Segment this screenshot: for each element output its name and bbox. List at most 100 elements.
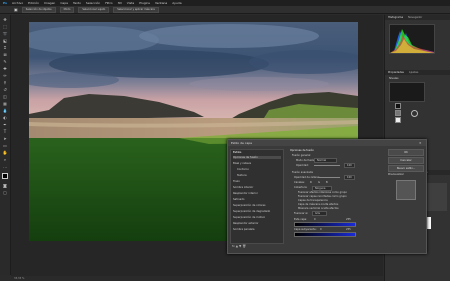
style-color-overlay[interactable]: Superposición de colores (233, 204, 265, 207)
clone-stamp-tool-icon[interactable]: ⚲ (2, 80, 8, 85)
crop-tool-icon[interactable]: ⌗ (2, 45, 8, 50)
marquee-tool-icon[interactable]: ⬚ (2, 24, 8, 29)
ps-logo-icon: Ps (3, 1, 7, 5)
layer-style-dialog: Estilo de capa ✕ Estilos Opciones de fus… (227, 139, 427, 254)
move-tool-icon[interactable]: ✥ (2, 17, 8, 22)
menu-layer[interactable]: Capa (60, 1, 68, 5)
style-inner-glow[interactable]: Resplandor interior (233, 192, 258, 195)
select-mask-button[interactable]: Seleccionar y aplicar máscara (113, 6, 159, 13)
general-blend-label: Fusión general (292, 154, 311, 157)
frame-tool-icon[interactable]: ⊠ (2, 52, 8, 57)
this-layer-label: Esta capa: (294, 218, 308, 221)
eyedropper-white-icon[interactable] (395, 117, 401, 123)
type-tool-icon[interactable]: T (2, 129, 8, 134)
cancel-button[interactable]: Cancelar (388, 157, 424, 164)
menu-file[interactable]: Archivo (12, 1, 23, 5)
fill-opacity-slider[interactable] (318, 177, 340, 178)
screen-mode-icon[interactable]: ▢ (2, 190, 8, 195)
brush-tool-icon[interactable]: ✏ (2, 73, 8, 78)
eyedropper-gray-icon[interactable] (395, 110, 401, 116)
option-vector-mask-hides[interactable]: Máscara vectorial oculta efectos (298, 207, 339, 210)
opacity-value[interactable]: 100 (344, 163, 355, 168)
histogram-graph (390, 29, 434, 53)
shape-tool-icon[interactable]: ▭ (2, 143, 8, 148)
style-gradient-overlay[interactable]: Superposición de degradado (233, 210, 270, 213)
eyedropper-black-icon[interactable] (395, 103, 401, 109)
option-blend-interior-effects[interactable]: Fusionar efectos interiores como grupo (298, 191, 347, 194)
style-bevel-emboss[interactable]: Bisel y relieve (233, 162, 251, 165)
tab-histogram[interactable]: Histograma (388, 15, 403, 20)
option-layer-mask-hides[interactable]: Capa de máscara oculta efectos (298, 203, 338, 206)
opacity-slider[interactable] (314, 165, 340, 166)
style-drop-shadow[interactable]: Sombra paralela (233, 228, 254, 231)
ok-button[interactable]: OK (388, 149, 424, 156)
underlying-layer-gradient-slider[interactable] (294, 232, 356, 237)
lasso-tool-icon[interactable]: ➰ (2, 31, 8, 36)
this-layer-gradient-slider[interactable] (294, 222, 356, 227)
style-pattern-overlay[interactable]: Superposición de motivo (233, 216, 265, 219)
object-select-tool-icon[interactable]: ⬕ (2, 38, 8, 43)
menu-type[interactable]: Texto (73, 1, 81, 5)
tab-navigator[interactable]: Navegador (408, 15, 422, 20)
dialog-close-icon[interactable]: ✕ (419, 140, 422, 146)
pen-tool-icon[interactable]: ✒ (2, 122, 8, 127)
gradient-tool-icon[interactable]: ▦ (2, 101, 8, 106)
histogram-panel-tabs: Histograma Navegador (385, 15, 450, 20)
blend-if-select[interactable]: Gris (312, 211, 327, 216)
dodge-tool-icon[interactable]: ◐ (2, 115, 8, 120)
menu-image[interactable]: Imagen (44, 1, 55, 5)
menu-window[interactable]: Ventana (155, 1, 167, 5)
menu-edit[interactable]: Edición (28, 1, 39, 5)
style-stroke[interactable]: Trazo (233, 180, 240, 183)
style-contour[interactable]: Contorno (237, 168, 249, 171)
style-satin[interactable]: Satinado (233, 198, 244, 201)
new-style-button[interactable]: Nuevo estilo... (388, 165, 424, 172)
eraser-tool-icon[interactable]: ◫ (2, 94, 8, 99)
blend-mode-select[interactable]: Normal (314, 158, 338, 163)
history-brush-tool-icon[interactable]: ↺ (2, 87, 8, 92)
style-inner-shadow[interactable]: Sombra interior (233, 186, 253, 189)
menu-help[interactable]: Ayuda (172, 1, 181, 5)
section-title: Opciones de fusión (290, 149, 314, 152)
menu-filter[interactable]: Filtro (105, 1, 112, 5)
style-outer-glow[interactable]: Resplandor exterior (233, 222, 259, 225)
tool-preset-icon[interactable]: ▣ (14, 7, 18, 12)
select-subject-button[interactable]: Seleccionar sujeto (78, 6, 110, 13)
path-select-tool-icon[interactable]: ➤ (2, 136, 8, 141)
channel-r-checkbox[interactable]: R (310, 181, 312, 184)
tools-panel: ✥ ⬚ ➰ ⬕ ⌗ ⊠ ✎ ✚ ✏ ⚲ ↺ ◫ ▦ 💧 ◐ ✒ T ➤ ▭ ✋ … (0, 15, 11, 275)
hand-tool-icon[interactable]: ✋ (2, 150, 8, 155)
fx-icon[interactable]: fx ▲ ▼ 🗑 (232, 244, 246, 248)
mode-dropdown[interactable]: Modo (59, 6, 75, 13)
auto-adjust-icon[interactable] (411, 110, 418, 117)
option-transparency-shapes[interactable]: Capas de transparencia (298, 199, 328, 202)
zoom-level: 33,33 % (14, 277, 25, 280)
styles-list: Estilos Opciones de fusión Bisel y relie… (230, 149, 284, 244)
fill-opacity-label: Opacidad de relleno: (294, 176, 320, 179)
this-layer-max: 255 (346, 218, 351, 221)
option-blend-clipped-layers[interactable]: Fusionar capas recortadas como grupo (298, 195, 347, 198)
fill-opacity-value[interactable]: 100 (344, 175, 355, 180)
channels-label: Canales: (294, 181, 305, 184)
blur-tool-icon[interactable]: 💧 (2, 108, 8, 113)
healing-brush-tool-icon[interactable]: ✚ (2, 66, 8, 71)
channel-b-checkbox[interactable]: B (326, 181, 328, 184)
eyedropper-tool-icon[interactable]: ✎ (2, 59, 8, 64)
blend-mode-label: Modo de fusión: (296, 159, 316, 162)
menu-3d[interactable]: 3D (118, 1, 122, 5)
menu-plugins[interactable]: Plugins (139, 1, 150, 5)
more-tools-icon[interactable]: ⋯ (2, 165, 8, 170)
style-blending-options[interactable]: Opciones de fusión (233, 156, 281, 159)
preview-checkbox[interactable]: Previsualizar (388, 173, 404, 176)
menu-view[interactable]: Vista (127, 1, 134, 5)
quick-mask-icon[interactable]: ◙ (2, 183, 8, 188)
foreground-color-swatch[interactable] (2, 173, 8, 179)
tab-adjustments[interactable]: Ajustes (409, 70, 418, 75)
zoom-tool-icon[interactable]: ⌕ (2, 157, 8, 162)
underlying-layer-label: Capa subyacente: (294, 228, 317, 231)
channel-g-checkbox[interactable]: G (318, 181, 320, 184)
tool-mode-dropdown[interactable]: Selección de objetos (21, 6, 56, 13)
menu-select[interactable]: Selección (86, 1, 100, 5)
tab-properties[interactable]: Propiedades (388, 70, 404, 75)
style-texture[interactable]: Textura (237, 174, 247, 177)
